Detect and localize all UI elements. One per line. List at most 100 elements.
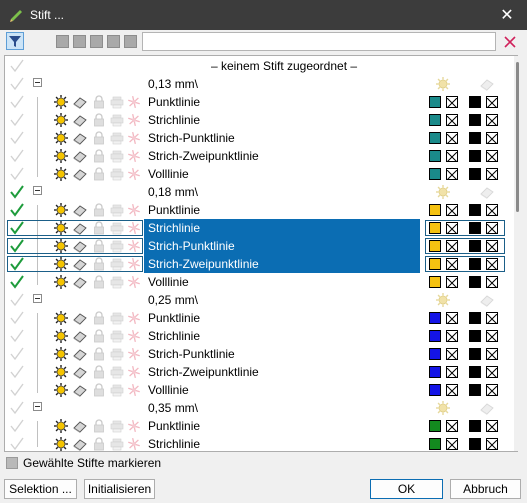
group-row[interactable]: 0,35 mm\ [5, 399, 517, 417]
transparent-box[interactable] [446, 240, 458, 253]
eraser-icon[interactable] [72, 274, 88, 290]
lock-icon[interactable] [91, 382, 107, 398]
lock-icon[interactable] [91, 418, 107, 434]
transparent-box[interactable] [446, 276, 458, 289]
pen-row[interactable]: Volllinie [5, 381, 517, 399]
spark-icon[interactable] [126, 418, 142, 434]
transparent-box[interactable] [486, 150, 498, 163]
pen-row[interactable]: Strich-Zweipunktlinie [5, 363, 517, 381]
spark-icon[interactable] [126, 148, 142, 164]
pen-row[interactable]: Punktlinie [5, 309, 517, 327]
spark-icon[interactable] [126, 364, 142, 380]
sun-icon[interactable] [53, 166, 69, 182]
lock-icon[interactable] [91, 130, 107, 146]
black-swatch[interactable] [469, 366, 481, 378]
transparent-box[interactable] [486, 240, 498, 253]
printer-icon[interactable] [109, 112, 125, 128]
cancel-button[interactable]: Abbruch [450, 479, 521, 499]
color-swatch[interactable] [429, 204, 441, 216]
spark-icon[interactable] [126, 238, 142, 254]
eraser-icon[interactable] [72, 202, 88, 218]
black-swatch[interactable] [469, 204, 481, 216]
color-swatch[interactable] [429, 240, 441, 252]
collapse-toggle[interactable] [33, 78, 42, 87]
collapse-toggle[interactable] [33, 294, 42, 303]
color-swatch[interactable] [429, 132, 441, 144]
printer-icon[interactable] [109, 94, 125, 110]
lock-icon[interactable] [91, 436, 107, 452]
eraser-icon[interactable] [72, 238, 88, 254]
pen-row[interactable]: Strichlinie [5, 435, 517, 452]
spark-icon[interactable] [126, 130, 142, 146]
printer-icon[interactable] [109, 346, 125, 362]
scroll-thumb[interactable] [516, 62, 519, 212]
sun-icon-header[interactable] [435, 76, 451, 92]
transparent-box[interactable] [486, 222, 498, 235]
mark-selected-checkbox[interactable] [6, 457, 18, 469]
lock-icon[interactable] [91, 274, 107, 290]
transparent-box[interactable] [446, 114, 458, 127]
spark-icon[interactable] [126, 256, 142, 272]
transparent-box[interactable] [446, 150, 458, 163]
color-swatch[interactable] [429, 258, 441, 270]
spark-icon[interactable] [126, 220, 142, 236]
black-swatch[interactable] [469, 420, 481, 432]
eraser-icon[interactable] [72, 166, 88, 182]
transparent-box[interactable] [446, 420, 458, 433]
toolbar-button-4[interactable] [107, 35, 120, 48]
lock-icon[interactable] [91, 256, 107, 272]
printer-icon[interactable] [109, 238, 125, 254]
color-swatch[interactable] [429, 168, 441, 180]
color-swatch[interactable] [429, 420, 441, 432]
printer-icon[interactable] [109, 436, 125, 452]
spark-icon[interactable] [126, 436, 142, 452]
check-icon-inactive[interactable] [9, 148, 25, 164]
color-swatch[interactable] [429, 312, 441, 324]
sun-icon[interactable] [53, 112, 69, 128]
close-window-button[interactable]: ✕ [487, 0, 527, 30]
sun-icon[interactable] [53, 220, 69, 236]
printer-icon[interactable] [109, 220, 125, 236]
eraser-icon-header[interactable] [479, 184, 495, 200]
printer-icon[interactable] [109, 202, 125, 218]
lock-icon[interactable] [91, 238, 107, 254]
color-swatch[interactable] [429, 348, 441, 360]
spark-icon[interactable] [126, 166, 142, 182]
toolbar-button-1[interactable] [56, 35, 69, 48]
eraser-icon[interactable] [72, 130, 88, 146]
eraser-icon[interactable] [72, 346, 88, 362]
color-swatch[interactable] [429, 114, 441, 126]
spark-icon[interactable] [126, 346, 142, 362]
check-icon-inactive[interactable] [9, 346, 25, 362]
printer-icon[interactable] [109, 274, 125, 290]
ok-button[interactable]: OK [370, 479, 443, 499]
sun-icon[interactable] [53, 364, 69, 380]
transparent-box[interactable] [486, 258, 498, 271]
check-icon-inactive[interactable] [9, 310, 25, 326]
printer-icon[interactable] [109, 148, 125, 164]
sun-icon[interactable] [53, 418, 69, 434]
check-icon-inactive[interactable] [9, 76, 25, 92]
sun-icon[interactable] [53, 148, 69, 164]
transparent-box[interactable] [446, 96, 458, 109]
spark-icon[interactable] [126, 112, 142, 128]
printer-icon[interactable] [109, 328, 125, 344]
transparent-box[interactable] [446, 258, 458, 271]
black-swatch[interactable] [469, 168, 481, 180]
color-swatch[interactable] [429, 276, 441, 288]
color-swatch[interactable] [429, 384, 441, 396]
black-swatch[interactable] [469, 240, 481, 252]
check-icon-inactive[interactable] [9, 436, 25, 452]
pen-row[interactable]: Strichlinie [5, 327, 517, 345]
transparent-box[interactable] [486, 420, 498, 433]
pen-row[interactable]: Strich-Punktlinie [5, 345, 517, 363]
transparent-box[interactable] [486, 114, 498, 127]
lock-icon[interactable] [91, 166, 107, 182]
eraser-icon-header[interactable] [479, 292, 495, 308]
transparent-box[interactable] [486, 132, 498, 145]
printer-icon[interactable] [109, 256, 125, 272]
spark-icon[interactable] [126, 382, 142, 398]
transparent-box[interactable] [446, 348, 458, 361]
black-swatch[interactable] [469, 330, 481, 342]
clear-search-button[interactable] [500, 32, 520, 51]
